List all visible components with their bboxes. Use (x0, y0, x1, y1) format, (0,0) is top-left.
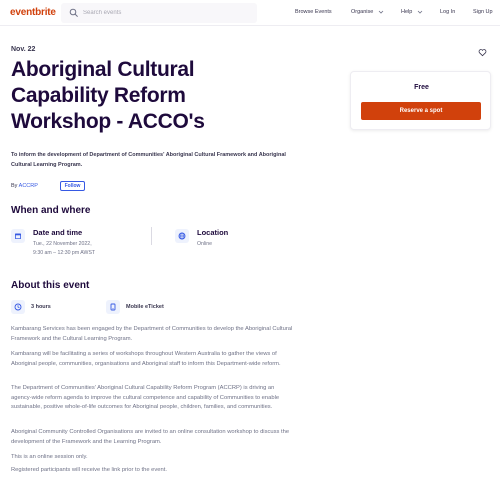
nav-help[interactable]: Help (401, 9, 423, 15)
follow-button[interactable]: Follow (60, 181, 85, 191)
nav-log-in[interactable]: Log In (440, 9, 455, 15)
about-paragraph: Kambarang Services has been engaged by t… (11, 326, 293, 342)
chevron-down-icon (379, 10, 384, 14)
organizer-line: By ACCRP (11, 183, 38, 189)
about-heading: About this event (11, 280, 90, 291)
ticket-price: Free (414, 84, 429, 91)
globe-icon-box (175, 229, 189, 243)
nav-browse-events-label: Browse Events (295, 9, 332, 15)
location-title: Location (197, 228, 229, 237)
duration-text: 3 hours (31, 304, 51, 310)
nav-sign-up[interactable]: Sign Up (473, 9, 493, 15)
date-line-2: 9:30 am – 12:30 pm AWST (33, 250, 96, 256)
event-title: Aboriginal Cultural Capability Reform Wo… (11, 58, 205, 133)
date-line-1: Tue., 22 November 2022, (33, 241, 92, 247)
event-summary: To inform the development of Department … (11, 152, 286, 168)
ticket-type-text: Mobile eTicket (126, 304, 164, 310)
globe-icon (178, 232, 186, 240)
organizer-link[interactable]: ACCRP (19, 183, 38, 189)
about-paragraph: The Department of Communities' Aborigina… (11, 385, 280, 410)
when-where-heading: When and where (11, 205, 91, 216)
nav-log-in-label: Log In (440, 9, 456, 15)
nav-browse-events[interactable]: Browse Events (295, 9, 332, 15)
about-paragraph: Aboriginal Community Controlled Organisa… (11, 429, 290, 445)
clock-icon-box (11, 300, 25, 314)
nav-organise[interactable]: Organise (351, 9, 384, 15)
search-input[interactable] (83, 7, 253, 19)
location-value: Online (197, 241, 212, 247)
about-paragraph: Registered participants will receive the… (11, 467, 167, 473)
date-time-title: Date and time (33, 228, 83, 237)
chevron-down-icon (418, 10, 423, 14)
by-prefix: By (11, 183, 18, 189)
nav-organise-label: Organise (351, 9, 374, 15)
eventbrite-logo[interactable]: eventbrite (10, 7, 56, 18)
search-bar[interactable] (61, 3, 257, 23)
calendar-icon (15, 233, 21, 239)
nav-sign-up-label: Sign Up (473, 9, 493, 15)
clock-icon (14, 303, 22, 311)
search-icon (69, 8, 78, 17)
ticket-card: Free Reserve a spot (350, 71, 491, 130)
reserve-spot-button[interactable]: Reserve a spot (361, 102, 481, 120)
ticket-icon (110, 303, 116, 311)
divider (151, 227, 152, 245)
heart-icon[interactable] (478, 48, 487, 57)
about-paragraph: This is an online session only. (11, 454, 88, 460)
calendar-icon-box (11, 229, 25, 243)
about-paragraph: Kambarang will be facilitating a series … (11, 351, 281, 367)
top-header: eventbrite Browse Events Organise Help L… (0, 0, 500, 26)
event-date-short: Nov. 22 (11, 46, 36, 53)
nav-help-label: Help (401, 9, 413, 15)
ticket-icon-box (106, 300, 120, 314)
